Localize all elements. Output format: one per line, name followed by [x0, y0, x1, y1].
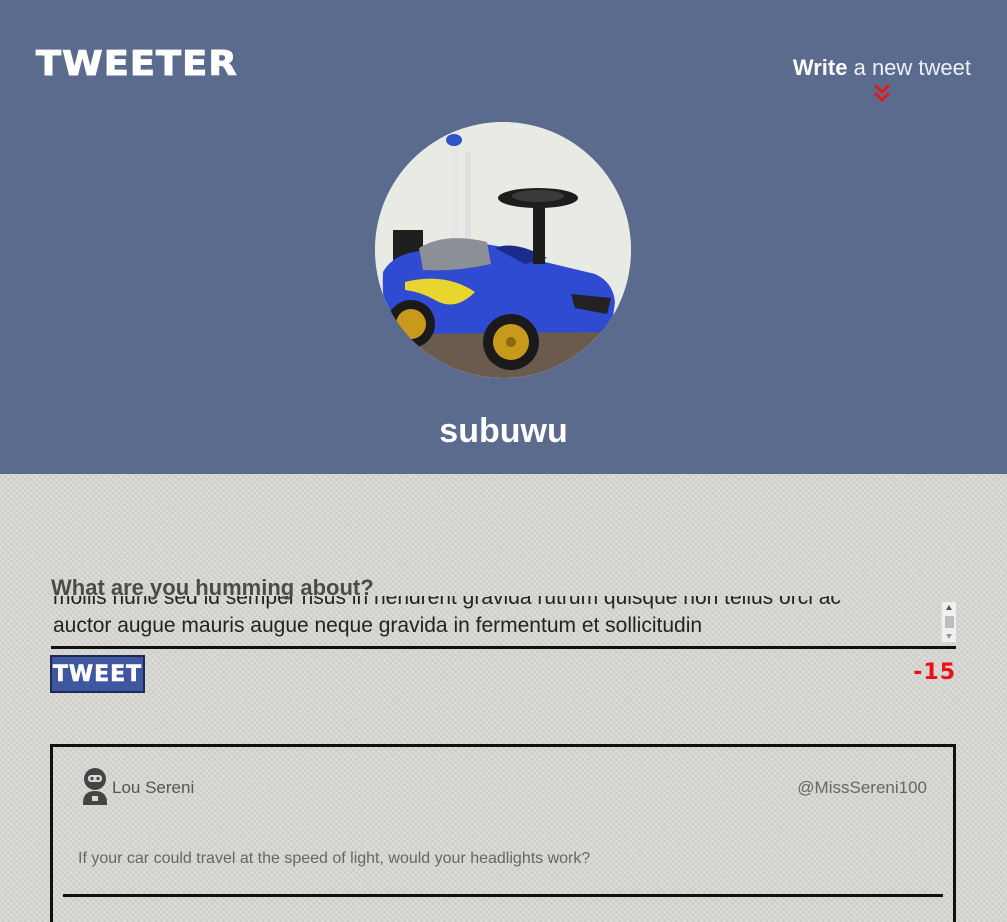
textarea-scrollbar[interactable] [941, 602, 956, 642]
write-new-tweet-toggle[interactable]: Write a new tweet [793, 55, 971, 103]
ride-on-car-image [375, 122, 631, 378]
app-logo[interactable]: TWEETER [35, 44, 238, 85]
tweet-submit-button[interactable]: TWEET [50, 655, 145, 693]
write-new-tweet-label: Write a new tweet [793, 55, 971, 80]
textarea-line-2: auctor augue mauris augue neque gravida … [53, 614, 703, 637]
write-word: Write [792, 55, 848, 80]
tweet-author-name: Lou Sereni [112, 778, 195, 797]
tweet-author-handle: @MissSereni100 [797, 778, 927, 797]
robot-avatar-icon [83, 768, 107, 805]
profile-username: subuwu [439, 412, 568, 450]
scroll-up-arrow-icon[interactable] [946, 605, 952, 610]
a-new-tweet-words: a new tweet [847, 55, 971, 80]
profile-avatar [375, 122, 631, 378]
tweet-content: If your car could travel at the speed of… [78, 850, 591, 867]
character-counter: -15 [913, 660, 956, 685]
page-header: TWEETER Write a new tweet subuwu [0, 0, 1007, 474]
double-chevron-down-icon [873, 83, 890, 103]
tweet-textarea-content: mollis nunc sed id semper risus in hendr… [53, 596, 933, 640]
scroll-thumb[interactable] [945, 616, 954, 628]
tweet-divider [63, 894, 943, 897]
scroll-down-arrow-icon[interactable] [946, 634, 952, 639]
tweet-textarea[interactable]: mollis nunc sed id semper risus in hendr… [51, 596, 956, 649]
compose-prompt-label: What are you humming about? [51, 575, 374, 600]
tweet-card: Lou Sereni @MissSereni100 If your car co… [50, 744, 956, 922]
